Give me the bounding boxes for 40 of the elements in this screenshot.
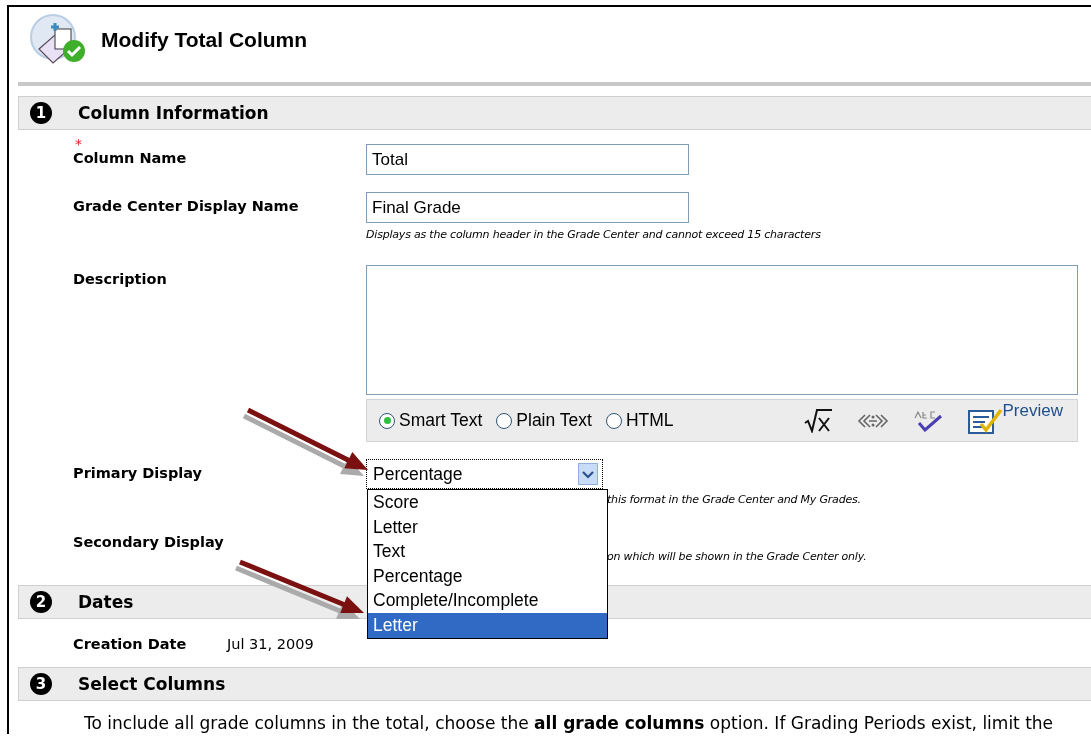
text-field[interactable]: Final Grade: [366, 192, 689, 223]
field-hint: Displays as the column header in the Grade Center and cannot exceed 15 characters: [366, 228, 821, 241]
radio-option[interactable]: Plain Text: [496, 410, 592, 431]
radio-option[interactable]: HTML: [605, 410, 674, 431]
page-title: Modify Total Column: [101, 27, 308, 52]
field-label: Secondary Display: [73, 533, 224, 552]
dropdown-option[interactable]: Percentage: [368, 563, 607, 589]
description-field[interactable]: [366, 265, 1078, 395]
radio-button[interactable]: [379, 412, 395, 429]
dropdown-option[interactable]: Complete/Incomplete: [368, 588, 607, 613]
preview-icon: [966, 406, 1003, 435]
field-label: Grade Center Display Name: [73, 197, 299, 216]
field-hint: this format in the Grade Center and My Grades.: [607, 493, 861, 506]
required-marker: *: [75, 136, 82, 152]
instruction-text: To include all grade columns in the total, choose the all grade columns option. If Grading Periods exist, limit the: [84, 713, 1055, 733]
preview-link[interactable]: Preview: [966, 406, 1063, 435]
spellcheck-icon[interactable]: [912, 409, 943, 432]
code-icon[interactable]: [856, 412, 889, 429]
dropdown-option[interactable]: Text: [368, 539, 607, 564]
section-title: Select Columns: [78, 674, 226, 694]
field-label: Primary Display: [73, 464, 203, 483]
step-number: 1: [30, 102, 52, 124]
section-title: Dates: [78, 592, 134, 612]
dropdown-option[interactable]: Score: [368, 490, 607, 515]
dropdown-option[interactable]: Letter: [368, 514, 607, 540]
text-field[interactable]: Total: [366, 144, 689, 175]
field-label: Description: [73, 270, 167, 289]
radio-option[interactable]: Smart Text: [379, 410, 483, 431]
radio-button[interactable]: [496, 412, 513, 429]
field-hint: on which will be shown in the Grade Center only.: [607, 550, 867, 563]
radio-button[interactable]: [605, 412, 622, 429]
step-number: 3: [30, 673, 52, 695]
field-label: Column Name: [73, 149, 187, 168]
caret-icon[interactable]: [578, 463, 598, 485]
section-title: Column Information: [78, 103, 269, 123]
field-label: Creation Date: [73, 635, 187, 654]
math-icon[interactable]: [802, 408, 833, 433]
dropdown-option[interactable]: Letter: [368, 612, 607, 638]
date-value: Jul 31, 2009: [227, 635, 314, 654]
step-number: 2: [30, 591, 52, 613]
